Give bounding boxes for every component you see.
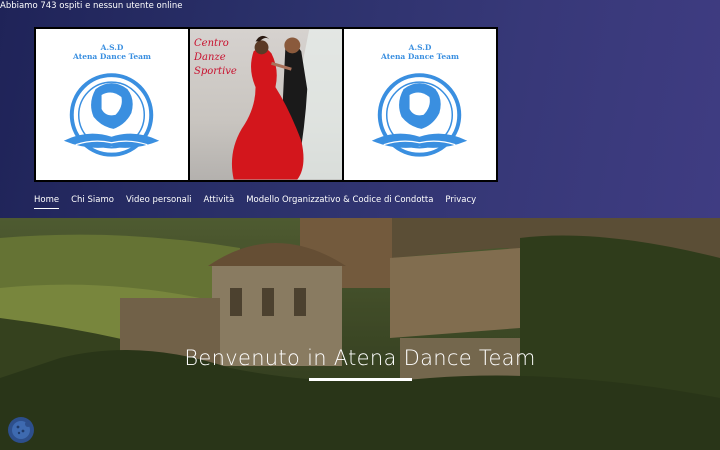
nav-item-home[interactable]: Home <box>34 195 60 209</box>
hero-landscape-image <box>0 218 720 450</box>
logo-line1: A.S.D <box>100 43 124 52</box>
cookie-icon <box>12 421 31 439</box>
logo-line2: Atena Dance Team <box>381 52 459 61</box>
nav-item-video-personali[interactable]: Video personali <box>126 195 192 209</box>
hero-title: Benvenuto in Atena Dance Team <box>184 346 536 370</box>
nav-item-attivita[interactable]: Attività <box>204 195 235 209</box>
site-banner[interactable]: A.S.D Atena Dance Team Centro Danze Spor… <box>34 27 498 182</box>
hero-section: Benvenuto in Atena Dance Team <box>0 218 720 450</box>
nav-item-privacy[interactable]: Privacy <box>445 195 476 209</box>
online-status: Abbiamo 743 ospiti e nessun utente onlin… <box>0 1 183 11</box>
right-logo: A.S.D Atena Dance Team <box>344 29 496 180</box>
main-nav: Home Chi Siamo Video personali Attività … <box>34 195 476 209</box>
nav-item-modello-organizzativo[interactable]: Modello Organizzativo & Codice di Condot… <box>246 195 433 209</box>
cookie-settings-button[interactable] <box>8 417 34 443</box>
dancers-image: Centro Danze Sportive <box>190 29 342 180</box>
hero-title-underline <box>309 378 412 381</box>
cds-text: Centro Danze Sportive <box>194 38 237 77</box>
left-logo: A.S.D Atena Dance Team <box>36 29 188 180</box>
logo-line2: Atena Dance Team <box>73 52 151 61</box>
nav-item-chi-siamo[interactable]: Chi Siamo <box>71 195 114 209</box>
logo-line1: A.S.D <box>408 43 432 52</box>
